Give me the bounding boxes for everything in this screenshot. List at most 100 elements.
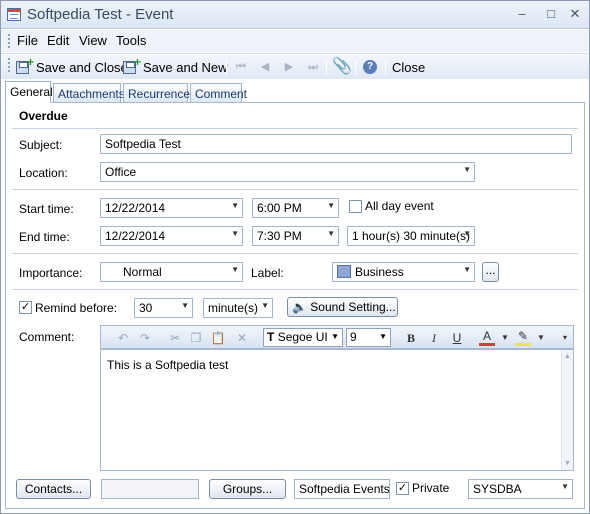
toolbar-grip-icon[interactable] <box>8 58 11 72</box>
menu-file[interactable]: File <box>17 33 38 48</box>
chevron-down-icon[interactable]: ▼ <box>261 301 269 310</box>
close-window-button[interactable]: ✕ <box>566 6 584 22</box>
font-color-icon[interactable]: A <box>479 330 495 346</box>
remind-checkbox[interactable]: ✓ <box>19 301 32 314</box>
chevron-down-icon[interactable]: ▼ <box>231 265 239 274</box>
comment-text: This is a Softpedia test <box>107 358 229 372</box>
label-color-swatch <box>337 265 351 278</box>
save-new-label: Save and New <box>143 59 228 75</box>
start-date-value: 12/22/2014 <box>105 201 166 215</box>
chevron-down-icon[interactable]: ▼ <box>497 330 513 346</box>
groups-button[interactable]: Groups... <box>209 479 286 499</box>
chevron-down-icon[interactable]: ▼ <box>463 229 471 238</box>
copy-icon[interactable]: ❐ <box>188 330 204 346</box>
subject-input[interactable]: Softpedia Test <box>100 134 572 154</box>
attachment-icon[interactable]: 📎 <box>332 58 352 76</box>
importance-label: Importance: <box>19 266 83 280</box>
remind-unit-value: minute(s) <box>208 301 259 315</box>
end-date-combo[interactable]: 12/22/2014 ▼ <box>100 226 243 246</box>
menu-view[interactable]: View <box>79 33 107 48</box>
comment-editor[interactable]: This is a Softpedia test ▲ ▼ <box>100 349 574 471</box>
toolbar-overflow-icon[interactable]: ▾ <box>559 330 571 346</box>
chevron-down-icon[interactable]: ▼ <box>327 201 335 210</box>
chevron-down-icon[interactable]: ▼ <box>561 482 569 491</box>
chevron-down-icon[interactable]: ▼ <box>181 301 189 310</box>
menu-edit[interactable]: Edit <box>47 33 69 48</box>
italic-icon[interactable]: I <box>426 330 442 346</box>
user-combo[interactable]: SYSDBA ▼ <box>468 479 573 499</box>
save-new-button[interactable]: + Save and New <box>123 56 228 76</box>
save-close-button[interactable]: + Save and Close <box>16 56 128 76</box>
scroll-down-icon[interactable]: ▼ <box>564 460 571 467</box>
status-label: Overdue <box>19 109 68 123</box>
menu-tools[interactable]: Tools <box>116 33 146 48</box>
location-value: Office <box>105 165 137 179</box>
menu-grip-icon[interactable] <box>8 34 11 48</box>
contacts-button[interactable]: Contacts... <box>16 479 91 499</box>
toolbar: + Save and Close + Save and New ⏮ ◀ ▶ ⏭ … <box>1 53 589 79</box>
duration-combo[interactable]: 1 hour(s) 30 minute(s) ▼ <box>347 226 475 246</box>
remind-value-combo[interactable]: 30 ▼ <box>134 298 193 318</box>
private-checkbox[interactable]: ✓ <box>396 482 409 495</box>
underline-icon[interactable]: U <box>449 330 465 346</box>
groups-field[interactable]: Softpedia Events <box>294 479 390 499</box>
last-record-icon[interactable]: ⏭ <box>306 60 320 74</box>
first-record-icon[interactable]: ⏮ <box>234 60 248 74</box>
chevron-down-icon[interactable]: ▼ <box>533 330 549 346</box>
sound-setting-button[interactable]: 🔈 Sound Setting... <box>287 297 398 317</box>
start-date-combo[interactable]: 12/22/2014 ▼ <box>100 198 243 218</box>
font-name-combo[interactable]: T Segoe UI ▼ <box>263 328 343 347</box>
scroll-up-icon[interactable]: ▲ <box>564 353 571 360</box>
start-time-label: Start time: <box>19 202 74 216</box>
chevron-down-icon[interactable]: ▼ <box>231 201 239 210</box>
cut-icon[interactable]: ✂ <box>167 330 183 346</box>
divider <box>12 253 578 254</box>
all-day-checkbox[interactable] <box>349 200 362 213</box>
highlight-icon[interactable]: ✎ <box>515 330 531 346</box>
save-close-label: Save and Close <box>36 59 128 75</box>
tab-recurrence[interactable]: Recurrence <box>123 83 190 103</box>
start-time-combo[interactable]: 6:00 PM ▼ <box>252 198 339 218</box>
maximize-button[interactable]: □ <box>542 6 560 22</box>
rich-text-toolbar: ↶ ↷ ✂ ❐ 📋 ✕ T Segoe UI ▼ 9 ▼ B I U A ▼ ✎… <box>100 325 574 349</box>
importance-combo[interactable]: Normal ▼ <box>100 262 243 282</box>
undo-icon[interactable]: ↶ <box>115 330 131 346</box>
end-time-combo[interactable]: 7:30 PM ▼ <box>252 226 339 246</box>
user-value: SYSDBA <box>473 482 522 496</box>
paste-icon[interactable]: 📋 <box>210 330 226 346</box>
toolbar-separator <box>326 59 327 75</box>
location-label: Location: <box>19 166 68 180</box>
delete-icon[interactable]: ✕ <box>234 330 250 346</box>
sound-setting-label: Sound Setting... <box>310 300 396 314</box>
help-icon[interactable]: ? <box>363 60 377 74</box>
location-combo[interactable]: Office ▼ <box>100 162 475 182</box>
title-bar: Softpedia Test - Event – □ ✕ <box>1 1 589 29</box>
chevron-down-icon[interactable]: ▼ <box>231 229 239 238</box>
remind-unit-combo[interactable]: minute(s) ▼ <box>203 298 273 318</box>
chevron-down-icon[interactable]: ▼ <box>327 229 335 238</box>
chevron-down-icon[interactable]: ▼ <box>331 332 339 341</box>
next-record-icon[interactable]: ▶ <box>282 60 296 74</box>
speaker-icon: 🔈 <box>292 300 307 314</box>
minimize-button[interactable]: – <box>513 6 531 22</box>
start-time-value: 6:00 PM <box>257 201 302 215</box>
calendar-icon <box>7 8 21 21</box>
redo-icon[interactable]: ↷ <box>137 330 153 346</box>
label-more-button[interactable]: ... <box>482 262 499 282</box>
label-label: Label: <box>251 266 284 280</box>
close-button[interactable]: Close <box>392 58 425 76</box>
chevron-down-icon[interactable]: ▼ <box>463 265 471 274</box>
vertical-scrollbar[interactable]: ▲ ▼ <box>561 350 573 470</box>
tab-attachments[interactable]: Attachments <box>53 83 125 103</box>
tab-comment[interactable]: Comment <box>190 83 247 103</box>
font-size-combo[interactable]: 9 ▼ <box>346 328 391 347</box>
font-icon: T <box>267 330 275 344</box>
subject-label: Subject: <box>19 138 63 152</box>
previous-record-icon[interactable]: ◀ <box>258 60 272 74</box>
chevron-down-icon[interactable]: ▼ <box>463 165 471 174</box>
bold-icon[interactable]: B <box>403 330 419 346</box>
label-combo[interactable]: Business ▼ <box>332 262 475 282</box>
tab-general[interactable]: General <box>5 81 53 103</box>
chevron-down-icon[interactable]: ▼ <box>379 332 387 341</box>
contacts-field[interactable] <box>101 479 199 499</box>
